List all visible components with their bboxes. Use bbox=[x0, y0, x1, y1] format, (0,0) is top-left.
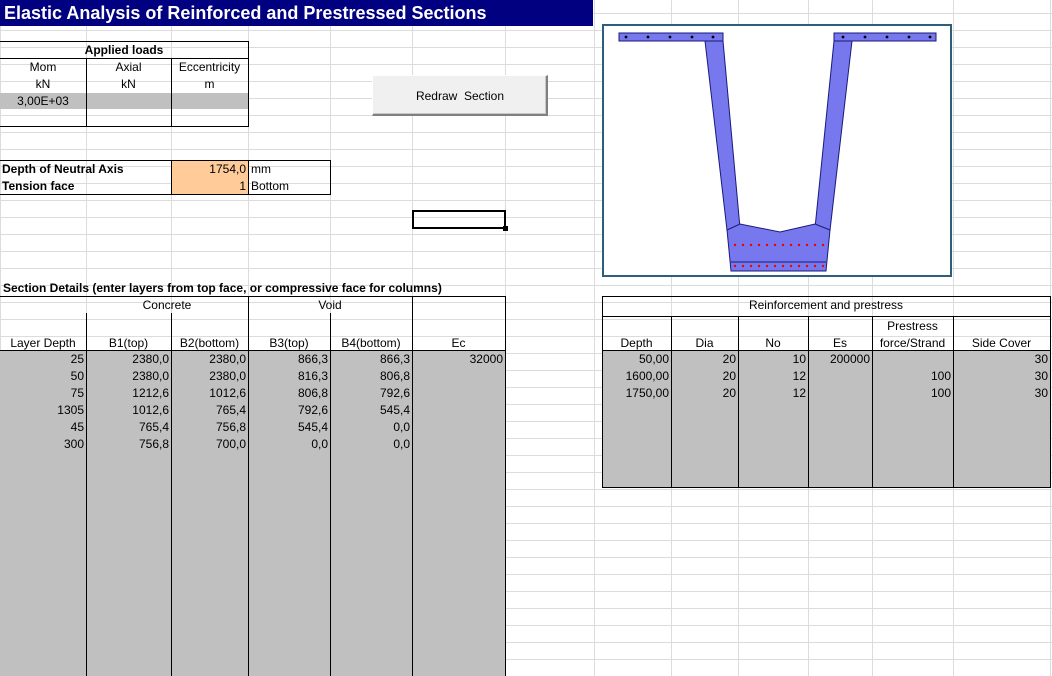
prestress-cell[interactable]: 100 bbox=[872, 385, 951, 401]
header-b4-bottom: B4(bottom) bbox=[341, 336, 401, 350]
applied-loads-heading: Applied loads bbox=[84, 43, 164, 57]
header-b3-top: B3(top) bbox=[269, 336, 309, 350]
header-depth: Depth bbox=[620, 336, 653, 350]
b2-cell[interactable]: 2380,0 bbox=[171, 368, 246, 384]
col-ecc-unit: m bbox=[204, 77, 215, 91]
b4-cell[interactable]: 0,0 bbox=[330, 419, 410, 435]
b3-cell[interactable]: 0,0 bbox=[248, 436, 328, 452]
reinforcement-heading: Reinforcement and prestress bbox=[748, 298, 904, 312]
b2-cell[interactable]: 2380,0 bbox=[171, 351, 246, 367]
b4-cell[interactable]: 792,6 bbox=[330, 385, 410, 401]
b3-cell[interactable]: 866,3 bbox=[248, 351, 328, 367]
b4-cell[interactable]: 0,0 bbox=[330, 436, 410, 452]
b2-cell[interactable]: 700,0 bbox=[171, 436, 246, 452]
b1-cell[interactable]: 765,4 bbox=[86, 419, 169, 435]
depth-neutral-axis-unit: mm bbox=[251, 162, 271, 176]
depth-neutral-axis-value[interactable]: 1754,0 bbox=[171, 161, 246, 177]
header-b2-bottom: B2(bottom) bbox=[179, 336, 240, 350]
no-cell[interactable]: 12 bbox=[738, 368, 806, 384]
b1-cell[interactable]: 2380,0 bbox=[86, 368, 169, 384]
header-prestress-line2: force/Strand bbox=[879, 336, 946, 350]
b2-cell[interactable]: 756,8 bbox=[171, 419, 246, 435]
concrete-group-label: Concrete bbox=[142, 298, 192, 312]
b1-cell[interactable]: 1012,6 bbox=[86, 402, 169, 418]
col-axial-unit: kN bbox=[121, 77, 136, 91]
redraw-section-label: Redraw Section bbox=[415, 89, 505, 103]
dia-cell[interactable]: 20 bbox=[671, 368, 736, 384]
layer-depth-cell[interactable]: 25 bbox=[0, 351, 84, 367]
header-es: Es bbox=[832, 336, 847, 350]
side-cover-cell[interactable]: 30 bbox=[953, 385, 1048, 401]
col-mom-unit: kN bbox=[35, 77, 51, 91]
header-b1-top: B1(top) bbox=[108, 336, 149, 350]
b4-cell[interactable]: 866,3 bbox=[330, 351, 410, 367]
void-group-label: Void bbox=[318, 298, 342, 312]
header-side-cover: Side Cover bbox=[971, 336, 1032, 350]
fill-handle[interactable] bbox=[503, 226, 508, 231]
depth-cell[interactable]: 50,00 bbox=[602, 351, 669, 367]
b1-cell[interactable]: 1212,6 bbox=[86, 385, 169, 401]
depth-cell[interactable]: 1600,00 bbox=[602, 368, 669, 384]
b4-cell[interactable]: 545,4 bbox=[330, 402, 410, 418]
b3-cell[interactable]: 806,8 bbox=[248, 385, 328, 401]
b2-cell[interactable]: 1012,6 bbox=[171, 385, 246, 401]
page-title: Elastic Analysis of Reinforced and Prest… bbox=[4, 3, 487, 23]
b1-cell[interactable]: 2380,0 bbox=[86, 351, 169, 367]
col-ecc-header: Eccentricity bbox=[178, 60, 241, 74]
tension-face-label: Tension face bbox=[2, 179, 75, 193]
header-dia: Dia bbox=[695, 336, 714, 350]
b1-cell[interactable]: 756,8 bbox=[86, 436, 169, 452]
layer-depth-cell[interactable]: 1305 bbox=[0, 402, 84, 418]
b3-cell[interactable]: 816,3 bbox=[248, 368, 328, 384]
no-cell[interactable]: 10 bbox=[738, 351, 806, 367]
dia-cell[interactable]: 20 bbox=[671, 385, 736, 401]
no-cell[interactable]: 12 bbox=[738, 385, 806, 401]
layer-depth-cell[interactable]: 300 bbox=[0, 436, 84, 452]
depth-cell[interactable]: 1750,00 bbox=[602, 385, 669, 401]
col-mom-header: Mom bbox=[29, 60, 57, 74]
col-axial-header: Axial bbox=[115, 60, 142, 74]
es-cell[interactable]: 200000 bbox=[808, 351, 870, 367]
header-prestress-line1: Prestress bbox=[887, 319, 938, 333]
ec-cell[interactable]: 32000 bbox=[412, 351, 503, 367]
prestress-cell[interactable]: 100 bbox=[872, 368, 951, 384]
section-diagram bbox=[602, 24, 952, 277]
tension-face-value[interactable]: 1 bbox=[171, 178, 246, 194]
side-cover-cell[interactable]: 30 bbox=[953, 368, 1048, 384]
mom-value-cell[interactable]: 3,00E+03 bbox=[0, 93, 86, 109]
b3-cell[interactable]: 545,4 bbox=[248, 419, 328, 435]
redraw-section-button[interactable]: Redraw Section bbox=[372, 75, 548, 116]
b3-cell[interactable]: 792,6 bbox=[248, 402, 328, 418]
selected-cell[interactable] bbox=[412, 210, 506, 229]
dia-cell[interactable]: 20 bbox=[671, 351, 736, 367]
side-cover-cell[interactable]: 30 bbox=[953, 351, 1048, 367]
layer-depth-cell[interactable]: 50 bbox=[0, 368, 84, 384]
header-layer-depth: Layer Depth bbox=[10, 336, 76, 350]
tension-face-unit: Bottom bbox=[251, 179, 290, 193]
section-details-heading: Section Details (enter layers from top f… bbox=[3, 281, 442, 295]
header-ec: Ec bbox=[451, 336, 466, 350]
b2-cell[interactable]: 765,4 bbox=[171, 402, 246, 418]
depth-neutral-axis-label: Depth of Neutral Axis bbox=[2, 162, 124, 176]
layer-depth-cell[interactable]: 75 bbox=[0, 385, 84, 401]
header-no: No bbox=[765, 336, 781, 350]
layer-depth-cell[interactable]: 45 bbox=[0, 419, 84, 435]
b4-cell[interactable]: 806,8 bbox=[330, 368, 410, 384]
